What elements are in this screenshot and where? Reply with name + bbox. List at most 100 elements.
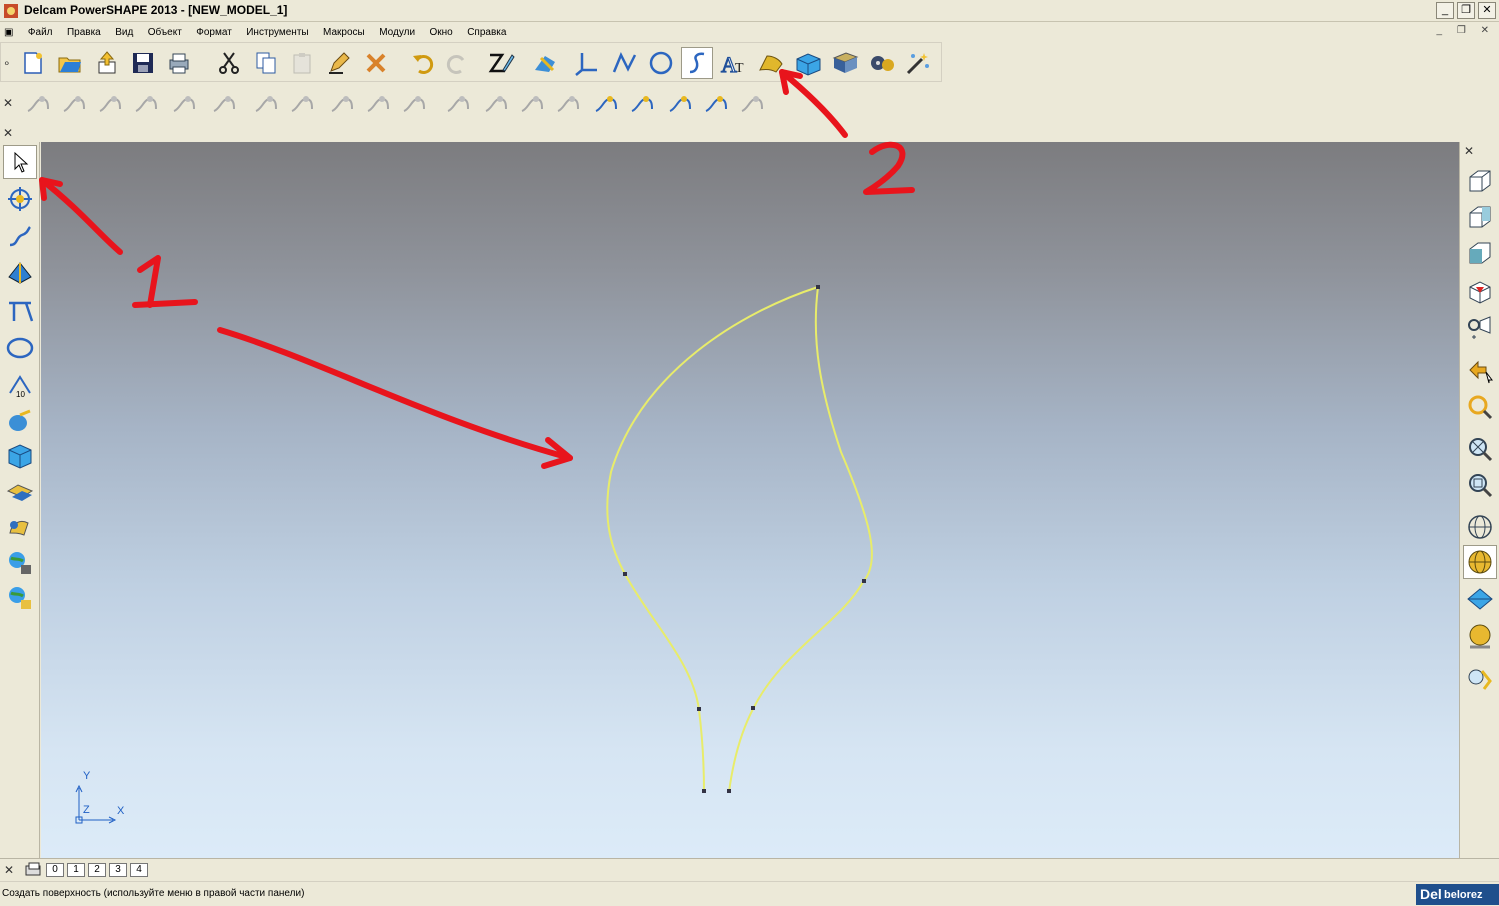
solid-tool-icon[interactable] (3, 404, 37, 438)
intersect-curve-icon[interactable] (590, 88, 622, 120)
electrode-tool-icon[interactable] (3, 510, 37, 544)
solid-icon[interactable] (792, 47, 824, 79)
level-tab-2[interactable]: 2 (88, 863, 106, 877)
curve-tool-icon[interactable] (3, 220, 37, 254)
electrode-icon[interactable] (829, 47, 861, 79)
lighting-icon[interactable] (1463, 662, 1497, 696)
curve-dims-icon[interactable] (626, 88, 658, 120)
text-icon[interactable]: AT (717, 47, 749, 79)
mdi-window-controls[interactable]: _ ❐ ✕ (1437, 25, 1495, 36)
offset-curve-icon[interactable] (326, 88, 358, 120)
curve-editor-icon[interactable] (22, 88, 54, 120)
render-icon[interactable] (1463, 620, 1497, 654)
mdi-icon[interactable]: ▣ (0, 24, 18, 38)
menu-modules[interactable]: Модули (374, 24, 420, 38)
undo-view-icon[interactable] (1463, 353, 1497, 387)
close-panel-icon[interactable]: ✕ (3, 126, 13, 140)
delete-icon[interactable] (360, 47, 392, 79)
reverse-curve-icon[interactable] (208, 88, 240, 120)
close-toolbar-icon[interactable]: ✕ (3, 96, 13, 110)
curve-tangent-icon[interactable] (664, 88, 696, 120)
surface-tool-icon[interactable] (3, 256, 37, 290)
view-iso4-icon[interactable] (1463, 275, 1497, 309)
undo-icon[interactable] (406, 47, 438, 79)
level-tab-3[interactable]: 3 (109, 863, 127, 877)
minimize-button[interactable]: _ (1436, 2, 1454, 19)
level-tab-4[interactable]: 4 (130, 863, 148, 877)
menu-tools[interactable]: Инструменты (241, 24, 313, 38)
toolbar-grip-icon[interactable]: ∘ (3, 56, 11, 70)
curve-repoint-icon[interactable] (736, 88, 768, 120)
import-icon[interactable] (91, 47, 123, 79)
workplane-icon[interactable] (485, 47, 517, 79)
leaf-curve[interactable] (606, 286, 873, 793)
view-iso1-icon[interactable] (1463, 164, 1497, 198)
wireframe-icon[interactable] (1463, 510, 1497, 544)
curve-icon[interactable] (681, 47, 713, 79)
print-icon[interactable] (163, 47, 195, 79)
menu-macros[interactable]: Макросы (318, 24, 370, 38)
menu-object[interactable]: Объект (143, 24, 187, 38)
model-canvas[interactable] (41, 142, 1459, 858)
curve-degree-icon[interactable] (552, 88, 584, 120)
copy-icon[interactable] (250, 47, 282, 79)
circle-tool-icon[interactable] (3, 331, 37, 365)
globe-tool-icon[interactable] (3, 546, 37, 580)
menu-format[interactable]: Формат (191, 24, 237, 38)
composite-curve-icon[interactable] (442, 88, 474, 120)
zoom-previous-icon[interactable] (1463, 390, 1497, 424)
globe-edit-icon[interactable] (3, 581, 37, 615)
dimension-icon[interactable] (529, 47, 561, 79)
close-levels-icon[interactable]: ✕ (4, 863, 14, 877)
shaded-icon[interactable] (1463, 545, 1497, 579)
close-view-toolbar-icon[interactable]: ✕ (1464, 144, 1474, 158)
fillet-curve-icon[interactable] (130, 88, 162, 120)
shading-mode-icon[interactable] (1463, 582, 1497, 616)
curve-align-icon[interactable] (700, 88, 732, 120)
restore-button[interactable]: ❐ (1457, 2, 1475, 19)
view-iso3-icon[interactable] (1463, 236, 1497, 270)
graphics-viewport[interactable]: Y Z X (41, 142, 1459, 858)
edit-selection-icon[interactable] (323, 47, 355, 79)
split-curve-icon[interactable] (168, 88, 200, 120)
select-icon[interactable] (3, 145, 37, 179)
new-model-icon[interactable] (17, 47, 49, 79)
line-icon[interactable] (608, 47, 640, 79)
cut-icon[interactable] (213, 47, 245, 79)
tool-icon[interactable] (866, 47, 898, 79)
wizard-icon[interactable] (902, 47, 934, 79)
project-curve-icon[interactable] (286, 88, 318, 120)
break-curve-icon[interactable] (516, 88, 548, 120)
zoom-box-icon[interactable] (1463, 468, 1497, 502)
menu-window[interactable]: Окно (424, 24, 457, 38)
box-tool-icon[interactable] (3, 439, 37, 473)
trim-curve-icon[interactable] (58, 88, 90, 120)
view-iso2-icon[interactable] (1463, 200, 1497, 234)
menu-view[interactable]: Вид (110, 24, 138, 38)
redo-icon[interactable] (442, 47, 474, 79)
axis-icon[interactable] (571, 47, 603, 79)
surface-icon[interactable] (755, 47, 787, 79)
menu-help[interactable]: Справка (462, 24, 511, 38)
menu-edit[interactable]: Правка (62, 24, 106, 38)
level-tab-0[interactable]: 0 (46, 863, 64, 877)
level-tab-1[interactable]: 1 (67, 863, 85, 877)
view-camera-icon[interactable] (1463, 310, 1497, 344)
wrap-curve-icon[interactable] (250, 88, 282, 120)
extend-curve-icon[interactable] (362, 88, 394, 120)
paste-icon[interactable] (287, 47, 319, 79)
dimension-tool-icon[interactable]: 10 (3, 368, 37, 402)
blend-curve-icon[interactable] (94, 88, 126, 120)
composite-edit-icon[interactable] (480, 88, 512, 120)
save-icon[interactable] (127, 47, 159, 79)
smooth-curve-icon[interactable] (398, 88, 430, 120)
menu-file[interactable]: Файл (23, 24, 58, 38)
open-icon[interactable] (54, 47, 86, 79)
surface-edit-icon[interactable] (3, 474, 37, 508)
zoom-fit-icon[interactable] (1463, 432, 1497, 466)
levels-icon[interactable] (24, 862, 42, 878)
transform-icon[interactable] (3, 182, 37, 216)
arc-icon[interactable] (645, 47, 677, 79)
close-button[interactable]: ✕ (1478, 2, 1496, 19)
line-tool-icon[interactable] (3, 294, 37, 328)
